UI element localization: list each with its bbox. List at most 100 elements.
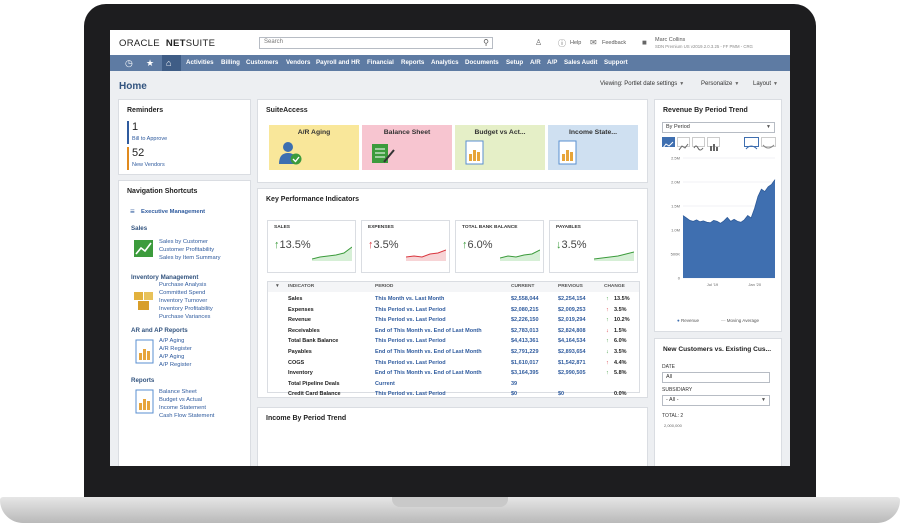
kpi-row-previous-link[interactable]: $2,824,808 — [558, 328, 586, 334]
kpi-row-current-link[interactable]: $1,610,017 — [511, 360, 539, 366]
nav-vendors[interactable]: Vendors — [286, 59, 310, 66]
portlet-date-settings-menu[interactable]: Viewing: Portlet date settings ▼ — [600, 81, 684, 87]
nav-sales-audit[interactable]: Sales Audit — [564, 59, 597, 66]
reminder-label[interactable]: New Vendors — [132, 162, 165, 168]
kpi-row-period-link[interactable]: End of This Month vs. End of Last Month — [375, 328, 482, 334]
nav-ap[interactable]: A/P — [547, 59, 557, 66]
nav-activities[interactable]: Activities — [186, 59, 214, 66]
trend-alt-toggle[interactable] — [761, 137, 776, 149]
kpi-row-previous-link[interactable]: $2,009,253 — [558, 307, 586, 313]
shortcut-link[interactable]: A/P Aging — [159, 354, 184, 360]
kpi-tile-total-bank-balance[interactable]: TOTAL BANK BALANCE ↑6.0% — [455, 220, 544, 273]
shortcut-link[interactable]: Sales by Item Summary — [159, 255, 221, 261]
help-link[interactable]: Help — [570, 40, 581, 46]
kpi-tile-expenses[interactable]: EXPENSES ↑3.5% — [361, 220, 450, 273]
reminder-count[interactable]: 1 — [132, 121, 138, 133]
nav-ar[interactable]: A/R — [530, 59, 541, 66]
layout-menu[interactable]: Layout ▼ — [753, 81, 778, 87]
kpi-row-period-link[interactable]: End of This Month vs. End of Last Month — [375, 370, 482, 376]
revenue-area-chart[interactable]: 0 500K 1.0M 1.5M 2.0M 2.5M Jul '19 Jan '20 — [655, 150, 781, 300]
trend-view-toggle[interactable] — [744, 137, 759, 150]
user-name[interactable]: Marc Collins — [655, 37, 685, 43]
shortcut-link[interactable]: Inventory Profitability — [159, 306, 213, 312]
kpi-row-previous-link[interactable]: $4,164,534 — [558, 338, 586, 344]
shortcut-link[interactable]: Purchase Analysis — [159, 282, 206, 288]
kpi-tile-payables[interactable]: PAYABLES ↓3.5% — [549, 220, 638, 273]
kpi-row-period-link[interactable]: This Month vs. Last Month — [375, 296, 444, 302]
kpi-row-period-link[interactable]: This Period vs. Last Period — [375, 360, 446, 366]
reminder-count[interactable]: 52 — [132, 147, 144, 159]
legend-revenue[interactable]: ● Revenue — [677, 318, 699, 323]
bar-chart-toggle[interactable] — [707, 137, 720, 151]
kpi-row-current-link[interactable]: $2,080,215 — [511, 307, 539, 313]
shortcut-link[interactable]: Income Statement — [159, 405, 206, 411]
shortcut-link[interactable]: Sales by Customer — [159, 239, 208, 245]
home-tab[interactable]: ⌂ — [162, 55, 181, 71]
kpi-tile-sales[interactable]: SALES ↑13.5% — [267, 220, 356, 273]
shortcut-link[interactable]: Committed Spend — [159, 290, 205, 296]
kpi-row-period-link[interactable]: This Period vs. Last Period — [375, 338, 446, 344]
nav-analytics[interactable]: Analytics — [431, 59, 459, 66]
wave-chart-toggle[interactable] — [692, 137, 705, 151]
shortcut-link[interactable]: Cash Flow Statement — [159, 413, 214, 419]
kpi-row-previous-link[interactable]: $2,019,294 — [558, 317, 586, 323]
kpi-row-current-link[interactable]: $2,791,229 — [511, 349, 539, 355]
kpi-row-current-link[interactable]: $2,558,044 — [511, 296, 539, 302]
nav-financial[interactable]: Financial — [367, 59, 394, 66]
feedback-icon[interactable]: ✉ — [590, 38, 597, 47]
subsidiary-select[interactable]: - All - ▼ — [662, 395, 770, 406]
line-chart-toggle[interactable] — [677, 137, 690, 151]
shortcut-executive-management[interactable]: Executive Management — [141, 209, 205, 215]
shortcut-link[interactable]: Customer Profitability — [159, 247, 214, 253]
nav-billing[interactable]: Billing — [221, 59, 240, 66]
area-chart-toggle[interactable] — [662, 137, 675, 149]
suiteaccess-tile-income-statement[interactable]: Income State... — [548, 125, 638, 170]
favorites-star-icon[interactable]: ★ — [146, 57, 154, 69]
kpi-row-previous-link[interactable]: $2,254,154 — [558, 296, 586, 302]
nav-documents[interactable]: Documents — [465, 59, 499, 66]
shortcut-link[interactable]: Inventory Turnover — [159, 298, 207, 304]
personalize-menu[interactable]: Personalize ▼ — [701, 81, 739, 87]
kpi-row-current-link[interactable]: $4,413,361 — [511, 338, 539, 344]
kpi-row-previous-link[interactable]: $1,542,871 — [558, 360, 586, 366]
kpi-row-period-link[interactable]: End of This Month vs. End of Last Month — [375, 349, 482, 355]
collapse-icon[interactable]: ▼ — [275, 284, 280, 289]
shortcut-link[interactable]: Balance Sheet — [159, 389, 197, 395]
kpi-row-period-link[interactable]: This Period vs. Last Period — [375, 307, 446, 313]
reminder-label[interactable]: Bill to Approve — [132, 136, 167, 142]
kpi-row-current-link[interactable]: $3,164,395 — [511, 370, 539, 376]
kpi-row-previous-link[interactable]: $2,893,654 — [558, 349, 586, 355]
kpi-row-period-link[interactable]: Current — [375, 381, 395, 387]
date-filter-input[interactable]: All — [662, 372, 770, 383]
kpi-row-current-link[interactable]: 39 — [511, 381, 517, 387]
netsuite-logo[interactable]: ORACLE NETSUITE — [119, 38, 215, 49]
feedback-link[interactable]: Feedback — [602, 40, 626, 46]
suiteaccess-tile-budget-vs-actual[interactable]: Budget vs Act... — [455, 125, 545, 170]
nav-customers[interactable]: Customers — [246, 59, 278, 66]
people-icon[interactable]: ♙ — [535, 38, 542, 47]
recent-records-icon[interactable]: ◷ — [125, 57, 133, 69]
revenue-period-select[interactable]: By Period ▼ — [662, 122, 775, 133]
legend-moving-average[interactable]: — Moving Average — [721, 318, 759, 323]
search-icon[interactable]: ⚲ — [483, 38, 489, 47]
help-icon[interactable]: ⓘ — [558, 38, 566, 49]
shortcut-link[interactable]: Budget vs Actual — [159, 397, 202, 403]
nav-reports[interactable]: Reports — [401, 59, 424, 66]
user-avatar-icon[interactable]: ■ — [642, 38, 647, 47]
shortcut-link[interactable]: A/P Register — [159, 362, 191, 368]
nav-setup[interactable]: Setup — [506, 59, 523, 66]
suiteaccess-tile-balance-sheet[interactable]: Balance Sheet — [362, 125, 452, 170]
kpi-row-period-link[interactable]: This Period vs. Last Period — [375, 391, 446, 397]
kpi-row-previous-link[interactable]: $2,990,505 — [558, 370, 586, 376]
nav-payroll-hr[interactable]: Payroll and HR — [316, 59, 360, 66]
kpi-row-previous-link[interactable]: $0 — [558, 391, 564, 397]
kpi-row-current-link[interactable]: $2,783,013 — [511, 328, 539, 334]
shortcut-link[interactable]: A/P Aging — [159, 338, 184, 344]
nav-support[interactable]: Support — [604, 59, 628, 66]
kpi-row-current-link[interactable]: $0 — [511, 391, 517, 397]
kpi-row-period-link[interactable]: This Period vs. Last Period — [375, 317, 446, 323]
search-input[interactable]: Search ⚲ — [259, 37, 493, 49]
shortcut-link[interactable]: Purchase Variances — [159, 314, 210, 320]
shortcut-link[interactable]: A/R Register — [159, 346, 192, 352]
suiteaccess-tile-ar-aging[interactable]: A/R Aging — [269, 125, 359, 170]
